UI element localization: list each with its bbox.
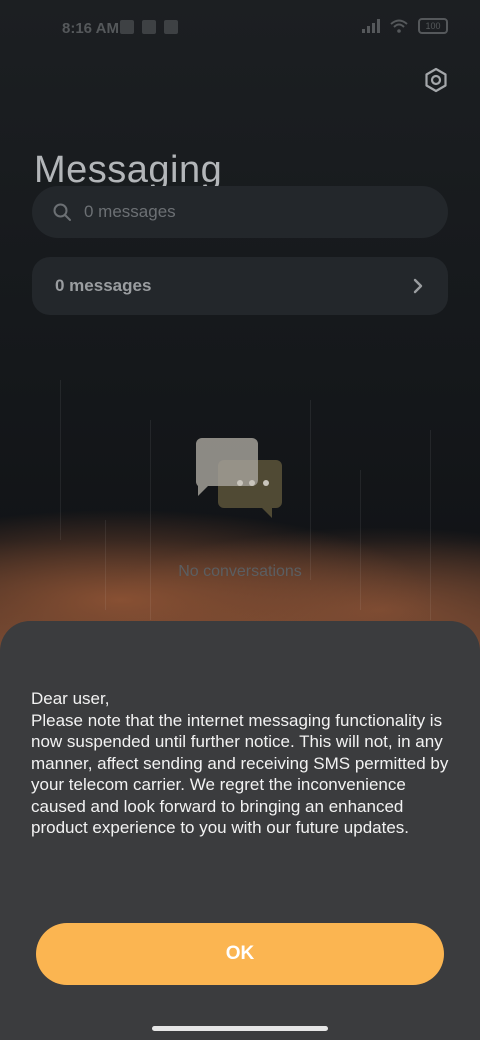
notification-icon	[142, 20, 156, 34]
empty-state-text: No conversations	[178, 563, 302, 580]
notification-icons	[120, 20, 178, 34]
settings-button[interactable]	[420, 64, 452, 96]
signal-icon	[362, 19, 380, 33]
dialog-message: Dear user, Please note that the internet…	[31, 688, 463, 839]
chevron-right-icon	[413, 278, 423, 294]
messages-summary-label: 0 messages	[55, 276, 152, 295]
wifi-icon	[390, 19, 408, 33]
status-indicators: 100	[362, 18, 448, 34]
status-bar: 8:16 AM 100	[0, 0, 480, 56]
status-time: 8:16 AM	[62, 20, 119, 37]
search-placeholder: 0 messages	[84, 202, 176, 221]
gear-icon	[425, 67, 447, 93]
messages-summary-row[interactable]: 0 messages	[32, 257, 448, 315]
home-indicator[interactable]	[152, 1026, 328, 1031]
notification-icon	[120, 20, 134, 34]
search-icon	[53, 203, 71, 221]
notification-icon	[164, 20, 178, 34]
dialog-body: Please note that the internet messaging …	[31, 710, 449, 838]
search-bar[interactable]: 0 messages	[32, 186, 448, 238]
chat-bubbles-icon	[196, 438, 282, 518]
ok-button[interactable]: OK	[36, 923, 444, 985]
battery-icon: 100	[418, 18, 448, 34]
dialog-greeting: Dear user,	[31, 689, 110, 708]
